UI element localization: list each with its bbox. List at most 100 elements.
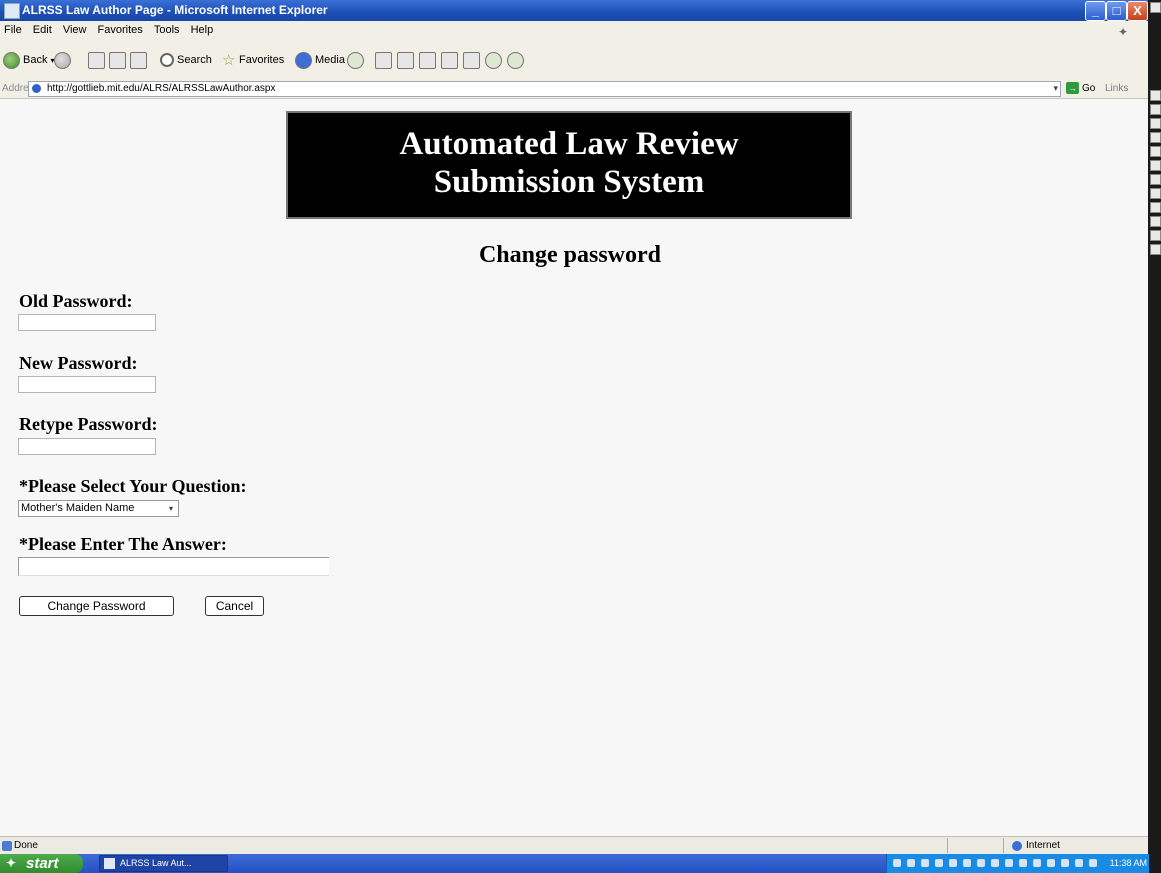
favorites-button[interactable]: ☆ Favorites <box>222 51 284 69</box>
old-password-label: Old Password: <box>19 291 133 311</box>
banner-line-2: Submission System <box>433 164 705 200</box>
edit-button[interactable] <box>419 51 436 69</box>
research-button[interactable] <box>463 51 480 69</box>
office-shortcut-icon[interactable] <box>1150 216 1161 227</box>
status-divider <box>1003 838 1004 853</box>
refresh-button[interactable] <box>109 51 126 69</box>
home-button[interactable] <box>130 51 147 69</box>
menu-tools[interactable]: Tools <box>150 21 184 36</box>
office-shortcut-icon[interactable] <box>1150 244 1161 255</box>
tray-icon[interactable] <box>1075 859 1083 867</box>
cancel-button[interactable]: Cancel <box>205 596 264 616</box>
history-icon <box>347 51 364 69</box>
favorites-label: Favorites <box>239 54 285 66</box>
tray-icon[interactable] <box>1061 859 1069 867</box>
tray-icon[interactable] <box>991 859 999 867</box>
back-button[interactable]: Back ▾ <box>3 51 54 69</box>
new-password-field[interactable] <box>18 376 156 393</box>
tray-icon[interactable] <box>893 859 901 867</box>
office-shortcut-icon[interactable] <box>1150 132 1161 143</box>
security-question-label: *Please Select Your Question: <box>19 476 247 496</box>
answer-label: *Please Enter The Answer: <box>19 534 227 554</box>
print-button[interactable] <box>397 51 414 69</box>
tray-icon[interactable] <box>1005 859 1013 867</box>
media-button[interactable]: Media <box>295 51 345 69</box>
tray-icon[interactable] <box>1033 859 1041 867</box>
office-shortcut-icon[interactable] <box>1150 90 1161 101</box>
status-text: Done <box>14 840 38 851</box>
tray-icon[interactable] <box>949 859 957 867</box>
office-shortcut-bar <box>1148 0 1161 873</box>
tray-icon[interactable] <box>921 859 929 867</box>
zone-label: Internet <box>1026 840 1060 851</box>
menu-file[interactable]: File <box>0 21 26 36</box>
internet-zone-icon <box>1012 840 1022 851</box>
close-button[interactable]: X <box>1127 1 1148 21</box>
ie-page-icon <box>32 84 41 93</box>
history-button[interactable] <box>347 51 364 69</box>
clock[interactable]: 11:38 AM <box>1110 858 1147 868</box>
ie-page-icon <box>104 858 115 869</box>
forward-button[interactable] <box>54 51 71 69</box>
search-label: Search <box>177 54 212 66</box>
stop-button[interactable] <box>88 51 105 69</box>
maximize-button[interactable]: □ <box>1106 1 1127 21</box>
retype-password-field[interactable] <box>18 438 156 455</box>
status-bar: Done Internet <box>0 836 1148 855</box>
site-banner: Automated Law Review Submission System <box>286 111 852 219</box>
system-tray: 11:38 AM <box>886 854 1149 873</box>
office-shortcut-icon[interactable] <box>1150 146 1161 157</box>
office-shortcut-icon[interactable] <box>1150 230 1161 241</box>
go-button[interactable]: → Go <box>1066 82 1095 94</box>
taskbar: ✦ start ALRSS Law Aut... 11:38 AM <box>0 854 1149 873</box>
tray-icon[interactable] <box>1019 859 1027 867</box>
tray-icon[interactable] <box>1089 859 1097 867</box>
window-title: ALRSS Law Author Page - Microsoft Intern… <box>22 3 328 17</box>
office-shortcut-icon[interactable] <box>1150 160 1161 171</box>
old-password-field[interactable] <box>18 314 156 331</box>
messenger-button[interactable] <box>485 51 502 69</box>
extra-tool-button[interactable] <box>507 51 524 69</box>
menu-favorites[interactable]: Favorites <box>94 21 147 36</box>
office-shortcut-icon[interactable] <box>1150 188 1161 199</box>
tray-icon[interactable] <box>963 859 971 867</box>
change-password-button[interactable]: Change Password <box>19 596 174 616</box>
chevron-down-icon[interactable]: ▾ <box>165 502 177 515</box>
window-title-bar[interactable]: ALRSS Law Author Page - Microsoft Intern… <box>0 0 1148 21</box>
taskbar-item-ie[interactable]: ALRSS Law Aut... <box>99 855 228 872</box>
mail-button[interactable] <box>375 51 392 69</box>
retype-password-label: Retype Password: <box>19 414 158 434</box>
office-shortcut-icon[interactable] <box>1150 2 1161 13</box>
page-content: Automated Law Review Submission System C… <box>0 99 1148 836</box>
start-button[interactable]: ✦ start <box>0 854 83 873</box>
security-zone: Internet <box>1012 840 1060 851</box>
address-input[interactable]: http://gottlieb.mit.edu/ALRS/ALRSSLawAut… <box>28 81 1061 97</box>
new-password-label: New Password: <box>19 353 138 373</box>
answer-field[interactable] <box>18 557 329 576</box>
discuss-icon <box>441 51 458 69</box>
address-url[interactable]: http://gottlieb.mit.edu/ALRS/ALRSSLawAut… <box>47 83 275 94</box>
media-label: Media <box>315 54 345 66</box>
dropdown-arrow-icon[interactable]: ▾ <box>1053 83 1058 94</box>
tray-icon[interactable] <box>1047 859 1055 867</box>
menu-help[interactable]: Help <box>187 21 218 36</box>
office-shortcut-icon[interactable] <box>1150 104 1161 115</box>
forward-arrow-icon <box>54 51 71 69</box>
media-icon <box>295 51 312 69</box>
tray-icon[interactable] <box>935 859 943 867</box>
links-button[interactable]: Links <box>1105 83 1128 94</box>
menu-edit[interactable]: Edit <box>29 21 56 36</box>
office-shortcut-icon[interactable] <box>1150 118 1161 129</box>
windows-flag-icon: ✦ <box>1118 25 1129 39</box>
office-shortcut-icon[interactable] <box>1150 174 1161 185</box>
office-shortcut-icon[interactable] <box>1150 202 1161 213</box>
security-question-select[interactable]: Mother's Maiden Name ▾ <box>18 500 179 517</box>
discuss-button[interactable] <box>441 51 458 69</box>
tray-icon[interactable] <box>907 859 915 867</box>
minimize-button[interactable]: _ <box>1085 1 1106 21</box>
menu-view[interactable]: View <box>59 21 91 36</box>
search-button[interactable]: Search <box>160 51 212 69</box>
search-icon <box>160 53 174 67</box>
favorites-star-icon: ☆ <box>222 51 236 69</box>
tray-icon[interactable] <box>977 859 985 867</box>
